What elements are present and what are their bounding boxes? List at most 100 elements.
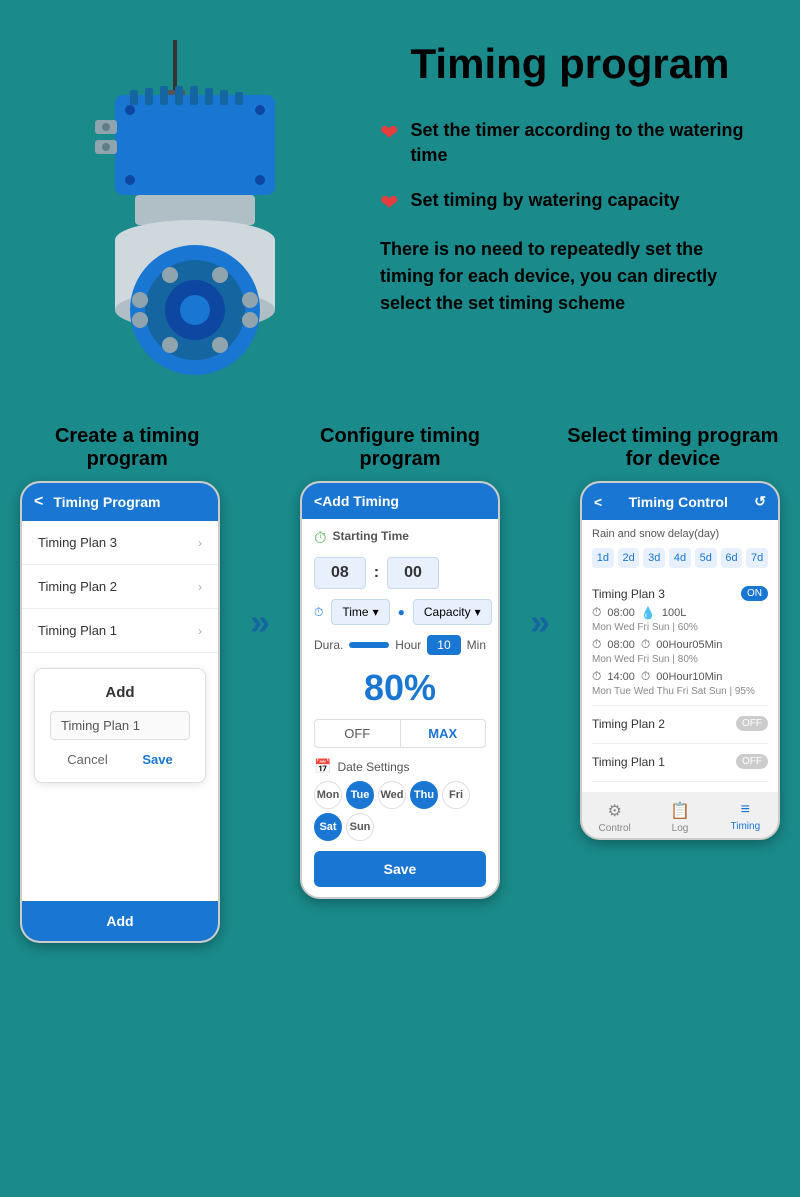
day-tab-5d[interactable]: 5d: [695, 548, 717, 568]
back-arrow-icon-1[interactable]: <: [34, 493, 43, 511]
phone1-header: < Timing Program: [22, 483, 218, 521]
clock-icon-e1: ⏱: [592, 605, 601, 620]
time-icon: ⏱: [314, 605, 323, 620]
page-title: Timing program: [380, 40, 760, 88]
save-button-phone1[interactable]: Save: [142, 752, 172, 767]
day-tabs: 1d 2d 3d 4d 5d 6d 7d: [592, 548, 768, 568]
day-wed[interactable]: Wed: [378, 781, 406, 809]
capacity-icon-e1: 💧: [641, 606, 656, 620]
plan1-name: Timing Plan 1: [592, 755, 665, 769]
off-max-row: OFF MAX: [314, 719, 486, 748]
plan-name-3: Timing Plan 3: [38, 535, 117, 550]
timer-icon-e2: ⏱: [641, 637, 650, 652]
plan3-title-row: Timing Plan 3 ON: [592, 586, 768, 601]
day-buttons: Mon Tue Wed Thu Fri Sat Sun: [314, 781, 486, 841]
day-tab-1d[interactable]: 1d: [592, 548, 614, 568]
list-item[interactable]: Timing Plan 3 ›: [22, 521, 218, 565]
tab-control[interactable]: ⚙ Control: [582, 801, 647, 834]
refresh-icon[interactable]: ↺: [754, 493, 766, 510]
bottom-section: Create a timing program Configure timing…: [0, 405, 800, 973]
day-tab-6d[interactable]: 6d: [721, 548, 743, 568]
chevron-right-icon-3: ›: [198, 624, 202, 638]
phone3-header: < Timing Control ↺: [582, 483, 778, 520]
plan2-toggle[interactable]: OFF: [736, 716, 768, 731]
phone3-mockup: < Timing Control ↺ Rain and snow delay(d…: [580, 481, 780, 840]
plan-name-input[interactable]: Timing Plan 1: [50, 711, 190, 740]
phone2-header: < Add Timing: [302, 483, 498, 519]
capacity-dropdown[interactable]: Capacity ▾: [413, 599, 492, 625]
percent-display: 80%: [314, 667, 486, 709]
phone2-header-title: Add Timing: [322, 493, 399, 509]
tab-timing-label: Timing: [731, 821, 761, 832]
day-mon[interactable]: Mon: [314, 781, 342, 809]
device-image: [40, 30, 360, 385]
date-label-text: Date Settings: [337, 760, 409, 774]
phone1-mockup: < Timing Program Timing Plan 3 › Timing …: [20, 481, 220, 943]
plan3-toggle[interactable]: ON: [741, 586, 768, 601]
day-tab-3d[interactable]: 3d: [643, 548, 665, 568]
phone3-screen: Rain and snow delay(day) 1d 2d 3d 4d 5d …: [582, 520, 778, 792]
tab-log[interactable]: 📋 Log: [647, 801, 712, 834]
calendar-icon: 📅: [314, 758, 331, 775]
dropdown-row: ⏱ Time ▾ ● Capacity ▾: [314, 599, 486, 625]
save-button-phone2[interactable]: Save: [314, 851, 486, 887]
day-sun[interactable]: Sun: [346, 813, 374, 841]
back-arrow-icon-3[interactable]: <: [594, 494, 602, 510]
feature-item-1: ❤ Set the timer according to the waterin…: [380, 118, 760, 168]
cancel-button[interactable]: Cancel: [67, 752, 107, 767]
chevron-right-icon-1: ›: [198, 536, 202, 550]
phone2-screen: ⏱ Starting Time 08 : 00 ⏱ Time ▾ ●: [302, 519, 498, 897]
time-row: 08 : 00: [314, 557, 486, 589]
clock-icon-e2: ⏱: [592, 637, 601, 652]
tab-timing[interactable]: ≡ Timing: [713, 801, 778, 834]
clock-icon-e3: ⏱: [592, 669, 601, 684]
phone3-footer: ⚙ Control 📋 Log ≡ Timing: [582, 792, 778, 838]
phone2-mockup: < Add Timing ⏱ Starting Time 08 : 00 ⏱: [300, 481, 500, 899]
day-sat[interactable]: Sat: [314, 813, 342, 841]
plan-name-1: Timing Plan 1: [38, 623, 117, 638]
starting-time-label: Starting Time: [332, 529, 408, 543]
forward-arrow-icon-1: »: [250, 601, 270, 643]
step1-title: Create a timing program: [20, 425, 234, 471]
arrow-container-2: »: [510, 481, 570, 643]
e2-days: Mon Wed Fri Sun | 80%: [592, 654, 768, 665]
add-button-label: Add: [106, 913, 133, 929]
duration-value[interactable]: 10: [427, 635, 460, 655]
day-tab-2d[interactable]: 2d: [618, 548, 640, 568]
e3-days: Mon Tue Wed Thu Fri Sat Sun | 95%: [592, 686, 768, 697]
day-fri[interactable]: Fri: [442, 781, 470, 809]
time-dropdown[interactable]: Time ▾: [331, 599, 389, 625]
date-section: 📅 Date Settings Mon Tue Wed Thu Fri Sat …: [314, 758, 486, 841]
minute-input[interactable]: 00: [387, 557, 439, 589]
log-icon: 📋: [647, 801, 712, 821]
tab-control-label: Control: [599, 823, 631, 834]
timing-icon: ≡: [713, 801, 778, 819]
plan3-entry3: ⏱ 14:00 ⏱ 00Hour10Min: [592, 669, 768, 684]
plan3-name: Timing Plan 3: [592, 587, 665, 601]
day-thu[interactable]: Thu: [410, 781, 438, 809]
back-arrow-icon-2[interactable]: <: [314, 493, 322, 509]
plan1-title-row: Timing Plan 1 OFF: [592, 754, 768, 769]
capacity-dropdown-arrow: ▾: [475, 605, 481, 619]
max-button[interactable]: MAX: [401, 720, 486, 747]
e2-duration: 00Hour05Min: [656, 639, 722, 651]
day-tab-7d[interactable]: 7d: [746, 548, 768, 568]
feature-item-2: ❤ Set timing by watering capacity: [380, 188, 760, 216]
step3-title: Select timing program for device: [566, 425, 780, 471]
day-tab-4d[interactable]: 4d: [669, 548, 691, 568]
step2-title: Configure timing program: [293, 425, 507, 471]
timer-icon-e3: ⏱: [641, 669, 650, 684]
off-button[interactable]: OFF: [315, 720, 401, 747]
phone1-footer[interactable]: Add: [22, 901, 218, 941]
timing-plan-2-item: Timing Plan 2 OFF: [592, 708, 768, 744]
plan-list: Timing Plan 3 › Timing Plan 2 › Timing P…: [22, 521, 218, 653]
delay-label: Rain and snow delay(day): [592, 528, 768, 540]
day-tue[interactable]: Tue: [346, 781, 374, 809]
e1-capacity: 100L: [662, 607, 686, 619]
list-item[interactable]: Timing Plan 1 ›: [22, 609, 218, 653]
hour-input[interactable]: 08: [314, 557, 366, 589]
hour-label: Hour: [395, 638, 421, 652]
list-item[interactable]: Timing Plan 2 ›: [22, 565, 218, 609]
plan1-toggle[interactable]: OFF: [736, 754, 768, 769]
capacity-icon: ●: [398, 605, 405, 619]
